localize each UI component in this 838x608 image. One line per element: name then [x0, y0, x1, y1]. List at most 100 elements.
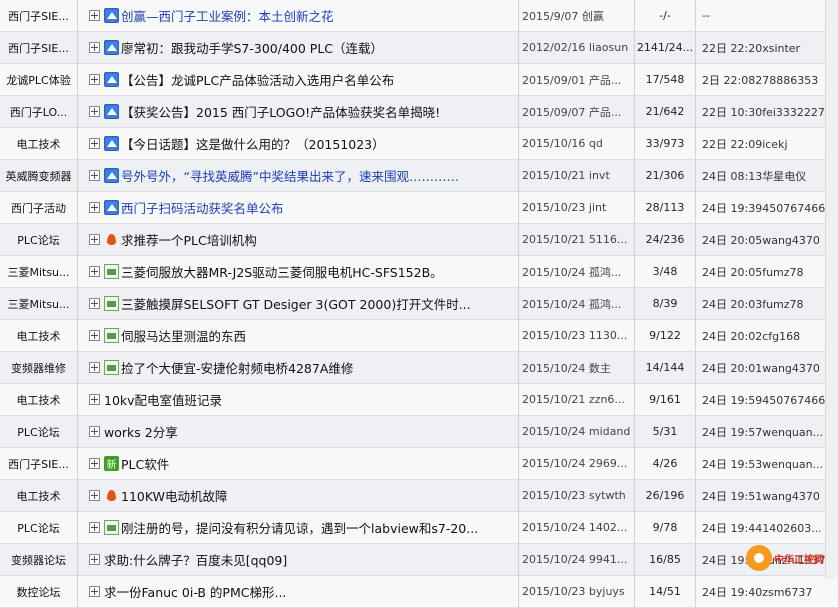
vertical-scrollbar[interactable] — [825, 0, 838, 579]
thread-title-link[interactable]: PLC软件 — [121, 454, 169, 473]
author-link[interactable]: liaosun — [589, 41, 628, 54]
thread-title-link[interactable]: 【获奖公告】2015 西门子LOGO!产品体验获奖名单揭晓! — [121, 102, 440, 121]
table-row[interactable]: PLC论坛 求推荐一个PLC培训机构 2015/10/21 5116... 24/23… — [0, 223, 838, 256]
author-link[interactable]: 产品... — [589, 106, 622, 119]
expand-icon[interactable] — [89, 330, 100, 341]
last-poster-link[interactable]: icekj — [762, 138, 787, 151]
author-link[interactable]: zzn6... — [589, 393, 625, 406]
table-row[interactable]: 三菱Mitsu... 三菱触摸屏SELSOFT GT Desiger 3(GOT … — [0, 287, 838, 320]
thread-title-link[interactable]: 求助:什么牌子？百度未见[qq09] — [104, 550, 287, 569]
thread-title-link[interactable]: 三菱伺服放大器MR-J2S驱动三菱伺服电机HC-SFS152B。 — [121, 262, 443, 281]
table-row[interactable]: 西门子SIE... 廖常初：跟我动手学S7-300/400 PLC（连载） 2012… — [0, 31, 838, 64]
last-poster-link[interactable]: fei3332227 — [762, 106, 825, 119]
table-row[interactable]: 电工技术 【今日话题】这是做什么用的？（20151023） 2015/10/16 q… — [0, 127, 838, 160]
author-link[interactable]: 创赢 — [582, 10, 604, 23]
author-link[interactable]: invt — [589, 169, 610, 182]
table-row[interactable]: PLC论坛 works 2分享 2015/10/24 midand 5/31 24日 1… — [0, 415, 838, 448]
forum-link[interactable]: 电工技术 — [0, 479, 78, 512]
table-row[interactable]: 电工技术 110KW电动机故障 2015/10/23 sytwth 26/196 24日… — [0, 479, 838, 512]
table-row[interactable]: 电工技术 10kv配电室值班记录 2015/10/21 zzn6... 9/161 24… — [0, 383, 838, 416]
author-link[interactable]: 数主 — [589, 362, 611, 375]
expand-icon[interactable] — [89, 362, 100, 373]
expand-icon[interactable] — [89, 490, 100, 501]
expand-icon[interactable] — [89, 394, 100, 405]
expand-icon[interactable] — [89, 586, 100, 597]
last-poster-link[interactable]: fumz78 — [762, 298, 803, 311]
forum-link[interactable]: 数控论坛 — [0, 575, 78, 608]
thread-title-link[interactable]: 三菱触摸屏SELSOFT GT Desiger 3(GOT 2000)打开文件时… — [121, 294, 471, 313]
forum-link[interactable]: 英威腾变频器 — [0, 159, 78, 192]
forum-link[interactable]: PLC论坛 — [0, 223, 78, 256]
expand-icon[interactable] — [89, 426, 100, 437]
expand-icon[interactable] — [89, 10, 100, 21]
author-link[interactable]: jint — [589, 201, 606, 214]
last-poster-link[interactable]: 1402603... — [762, 522, 821, 535]
thread-title-link[interactable]: 刚注册的号，提问没有积分请见谅，遇到一个labview和s7-20... — [121, 518, 478, 537]
last-poster-link[interactable]: wang4370 — [762, 234, 820, 247]
last-poster-link[interactable]: wang4370 — [762, 490, 820, 503]
forum-link[interactable]: PLC论坛 — [0, 415, 78, 448]
table-row[interactable]: 变频器维修 捡了个大便宜-安捷伦射频电桥4287A维修 2015/10/24 数主 1… — [0, 351, 838, 384]
forum-link[interactable]: 西门子LO... — [0, 95, 78, 128]
expand-icon[interactable] — [89, 298, 100, 309]
thread-title-link[interactable]: 西门子扫码活动获奖名单公布 — [121, 198, 284, 217]
table-row[interactable]: 西门子活动 西门子扫码活动获奖名单公布 2015/10/23 jint 28/113 2… — [0, 191, 838, 224]
table-row[interactable]: 电工技术 伺服马达里测温的东西 2015/10/23 1130... 9/122 24日… — [0, 319, 838, 352]
last-poster-link[interactable]: wang4370 — [762, 362, 820, 375]
table-row[interactable]: 英威腾变频器 号外号外，“寻找英威腾”中奖结果出来了，速来围观………… 2015/1… — [0, 159, 838, 192]
thread-title-link[interactable]: 【公告】龙诚PLC产品体验活动入选用户名单公布 — [121, 70, 394, 89]
forum-link[interactable]: 电工技术 — [0, 383, 78, 416]
author-link[interactable]: 5116... — [589, 233, 627, 246]
expand-icon[interactable] — [89, 106, 100, 117]
author-link[interactable]: sytwth — [589, 489, 626, 502]
forum-link[interactable]: 龙诚PLC体验 — [0, 63, 78, 96]
last-poster-link[interactable]: fumz78 — [762, 266, 803, 279]
thread-title-link[interactable]: 【今日话题】这是做什么用的？（20151023） — [121, 134, 385, 153]
thread-title-link[interactable]: 号外号外，“寻找英威腾”中奖结果出来了，速来围观………… — [121, 166, 459, 185]
table-row[interactable]: 西门子SIE... 创赢—西门子工业案例：本土创新之花 2015/9/07 创赢 -/… — [0, 0, 838, 32]
author-link[interactable]: 1402... — [589, 521, 627, 534]
table-row[interactable]: 西门子SIE... 新 PLC软件 2015/10/24 2969... 4/26 24日… — [0, 447, 838, 480]
table-row[interactable]: 西门子LO... 【获奖公告】2015 西门子LOGO!产品体验获奖名单揭晓! 20… — [0, 95, 838, 128]
author-link[interactable]: midand — [589, 425, 630, 438]
author-link[interactable]: 1130... — [589, 329, 627, 342]
last-poster-link[interactable]: 450767466 — [762, 394, 825, 407]
thread-title-link[interactable]: 求一份Fanuc 0i-B 的PMC梯形... — [104, 582, 286, 601]
last-poster-link[interactable]: cfg168 — [762, 330, 800, 343]
expand-icon[interactable] — [89, 522, 100, 533]
thread-title-link[interactable]: 10kv配电室值班记录 — [104, 390, 222, 409]
table-row[interactable]: 三菱Mitsu... 三菱伺服放大器MR-J2S驱动三菱伺服电机HC-SFS152… — [0, 255, 838, 288]
thread-title-link[interactable]: 廖常初：跟我动手学S7-300/400 PLC（连载） — [121, 38, 383, 57]
forum-link[interactable]: 电工技术 — [0, 319, 78, 352]
expand-icon[interactable] — [89, 266, 100, 277]
author-link[interactable]: qd — [589, 137, 603, 150]
thread-title-link[interactable]: 110KW电动机故障 — [121, 486, 227, 505]
table-row[interactable]: 龙诚PLC体验 【公告】龙诚PLC产品体验活动入选用户名单公布 2015/09/01… — [0, 63, 838, 96]
last-poster-link[interactable]: xsinter — [762, 42, 800, 55]
forum-link[interactable]: 西门子SIE... — [0, 447, 78, 480]
expand-icon[interactable] — [89, 138, 100, 149]
last-poster-link[interactable]: wenquan... — [762, 458, 823, 471]
table-row[interactable]: 数控论坛 求一份Fanuc 0i-B 的PMC梯形... 2015/10/23 by… — [0, 575, 838, 608]
table-row[interactable]: PLC论坛 刚注册的号，提问没有积分请见谅，遇到一个labview和s7-20..… — [0, 511, 838, 544]
expand-icon[interactable] — [89, 202, 100, 213]
thread-title-link[interactable]: 求推荐一个PLC培训机构 — [121, 230, 257, 249]
forum-link[interactable]: 三菱Mitsu... — [0, 287, 78, 320]
last-poster-link[interactable]: 278886353 — [755, 74, 818, 87]
author-link[interactable]: 产品... — [589, 74, 622, 87]
forum-link[interactable]: 西门子SIE... — [0, 31, 78, 64]
expand-icon[interactable] — [89, 170, 100, 181]
forum-link[interactable]: 变频器论坛 — [0, 543, 78, 576]
expand-icon[interactable] — [89, 74, 100, 85]
author-link[interactable]: 孤鸿... — [589, 266, 622, 279]
expand-icon[interactable] — [89, 234, 100, 245]
thread-title-link[interactable]: 捡了个大便宜-安捷伦射频电桥4287A维修 — [121, 358, 353, 377]
forum-link[interactable]: 西门子活动 — [0, 191, 78, 224]
author-link[interactable]: byjuys — [589, 585, 625, 598]
forum-link[interactable]: PLC论坛 — [0, 511, 78, 544]
thread-title-link[interactable]: 伺服马达里测温的东西 — [121, 326, 246, 345]
last-poster-link[interactable]: 450767466 — [762, 202, 825, 215]
expand-icon[interactable] — [89, 458, 100, 469]
forum-link[interactable]: 电工技术 — [0, 127, 78, 160]
author-link[interactable]: 孤鸿... — [589, 298, 622, 311]
